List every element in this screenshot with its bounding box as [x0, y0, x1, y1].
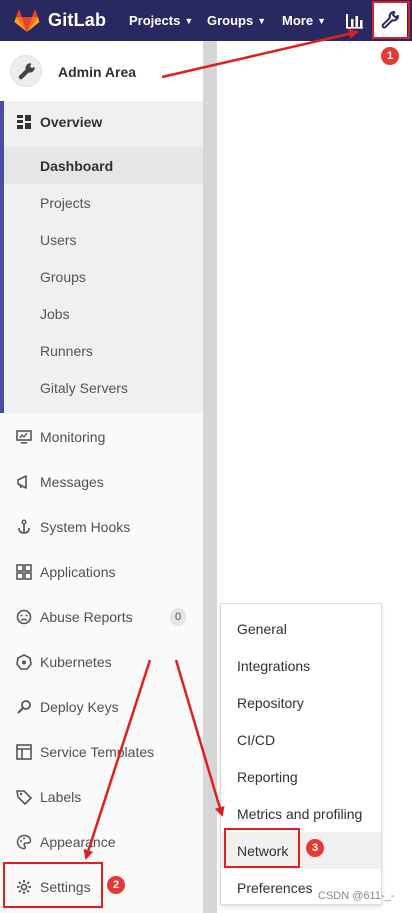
menu-item-metrics-and-profiling[interactable]: Metrics and profiling	[221, 795, 381, 832]
kubernetes-icon	[16, 654, 32, 670]
top-navbar: GitLab Projects ▼ Groups ▼ More ▼	[0, 0, 412, 41]
admin-sidebar: Admin Area Overview Dashboard Projects U…	[0, 41, 203, 913]
menu-item-integrations[interactable]: Integrations	[221, 647, 381, 684]
sidebar-item-deploy-keys[interactable]: Deploy Keys	[0, 688, 203, 725]
step-badge-2: 2	[107, 876, 125, 894]
sidebar-subitem-label: Jobs	[40, 306, 70, 322]
sidebar-item-label: Appearance	[40, 834, 116, 850]
sidebar-item-applications[interactable]: Applications	[0, 553, 203, 590]
menu-item-reporting[interactable]: Reporting	[221, 758, 381, 795]
menu-item-label: CI/CD	[237, 732, 276, 748]
menu-item-general[interactable]: General	[221, 610, 381, 647]
sidebar-subitem-dashboard[interactable]: Dashboard	[4, 147, 203, 184]
step-badge-1: 1	[381, 47, 399, 65]
sidebar-item-label: Abuse Reports	[40, 609, 133, 625]
megaphone-icon	[17, 475, 27, 489]
sidebar-item-service-templates[interactable]: Service Templates	[0, 733, 203, 770]
chevron-down-icon: ▼	[317, 16, 326, 26]
sidebar-subitem-label: Projects	[40, 195, 91, 211]
sidebar-subitem-runners[interactable]: Runners	[4, 332, 203, 369]
template-icon	[16, 744, 32, 760]
chevron-down-icon: ▼	[257, 16, 267, 26]
sidebar-item-label: Monitoring	[40, 429, 106, 445]
chevron-down-icon: ▼	[184, 16, 194, 26]
watermark: CSDN @611-_-	[318, 890, 395, 902]
monitor-icon	[16, 430, 32, 444]
menu-item-label: Repository	[237, 695, 304, 711]
sidebar-subitem-users[interactable]: Users	[4, 221, 203, 258]
avatar	[10, 55, 42, 87]
palette-icon	[16, 834, 32, 850]
sidebar-item-overview[interactable]: Overview	[0, 103, 203, 140]
menu-item-label: General	[237, 621, 287, 637]
sidebar-item-label: Kubernetes	[40, 654, 112, 670]
menu-item-label: Integrations	[237, 658, 311, 674]
sidebar-item-system-hooks[interactable]: System Hooks	[0, 508, 203, 545]
sidebar-item-monitoring[interactable]: Monitoring	[0, 418, 203, 455]
sidebar-subitem-gitaly-servers[interactable]: Gitaly Servers	[4, 369, 203, 406]
key-icon	[17, 700, 31, 714]
abuse-icon	[16, 609, 32, 625]
brand-name[interactable]: GitLab	[48, 10, 106, 31]
sidebar-item-label: Overview	[40, 114, 103, 130]
sidebar-item-appearance[interactable]: Appearance	[0, 823, 203, 860]
dashboard-icon	[17, 115, 31, 129]
annotation-box-admin	[372, 1, 410, 39]
grid-icon	[16, 564, 32, 580]
sidebar-subitem-label: Dashboard	[40, 158, 114, 174]
anchor-icon	[18, 519, 30, 534]
groups-label: Groups	[207, 13, 254, 28]
gitlab-logo-icon[interactable]	[14, 9, 40, 33]
more-dropdown[interactable]: More ▼	[282, 13, 326, 28]
sidebar-item-abuse-reports[interactable]: Abuse Reports 0	[0, 598, 203, 635]
sidebar-item-label: Labels	[40, 789, 82, 805]
menu-item-label: Preferences	[237, 880, 313, 896]
sidebar-item-label: Messages	[40, 474, 104, 490]
projects-dropdown[interactable]: Projects ▼	[129, 13, 193, 28]
overview-section: Overview Dashboard Projects Users Groups…	[0, 101, 203, 413]
annotation-box-network	[224, 828, 300, 868]
sidebar-subitem-jobs[interactable]: Jobs	[4, 295, 203, 332]
activity-chart-icon[interactable]	[341, 8, 367, 34]
menu-item-label: Reporting	[237, 769, 298, 785]
sidebar-subitem-projects[interactable]: Projects	[4, 184, 203, 221]
sidebar-item-kubernetes[interactable]: Kubernetes	[0, 643, 203, 680]
sidebar-subitem-label: Groups	[40, 269, 86, 285]
count-badge: 0	[170, 608, 186, 626]
sidebar-item-messages[interactable]: Messages	[0, 463, 203, 500]
label-icon	[16, 790, 32, 805]
sidebar-subitem-label: Gitaly Servers	[40, 380, 128, 396]
menu-item-ci-cd[interactable]: CI/CD	[221, 721, 381, 758]
sidebar-subitem-label: Users	[40, 232, 77, 248]
projects-label: Projects	[129, 13, 181, 28]
sidebar-subitem-label: Runners	[40, 343, 93, 359]
step-badge-3: 3	[306, 839, 324, 857]
groups-dropdown[interactable]: Groups ▼	[207, 13, 266, 28]
menu-item-label: Metrics and profiling	[237, 806, 363, 822]
sidebar-item-label: Deploy Keys	[40, 699, 119, 715]
context-title: Admin Area	[58, 64, 137, 80]
menu-item-repository[interactable]: Repository	[221, 684, 381, 721]
sidebar-item-label: Service Templates	[40, 744, 155, 760]
sidebar-scrollbar[interactable]	[203, 41, 217, 913]
context-header[interactable]: Admin Area	[0, 41, 203, 101]
more-label: More	[282, 13, 314, 28]
wrench-icon	[18, 63, 35, 80]
sidebar-item-labels[interactable]: Labels	[0, 778, 203, 815]
sidebar-item-label: Applications	[40, 564, 116, 580]
sidebar-item-label: System Hooks	[40, 519, 131, 535]
annotation-box-settings	[3, 862, 103, 908]
sidebar-subitem-groups[interactable]: Groups	[4, 258, 203, 295]
